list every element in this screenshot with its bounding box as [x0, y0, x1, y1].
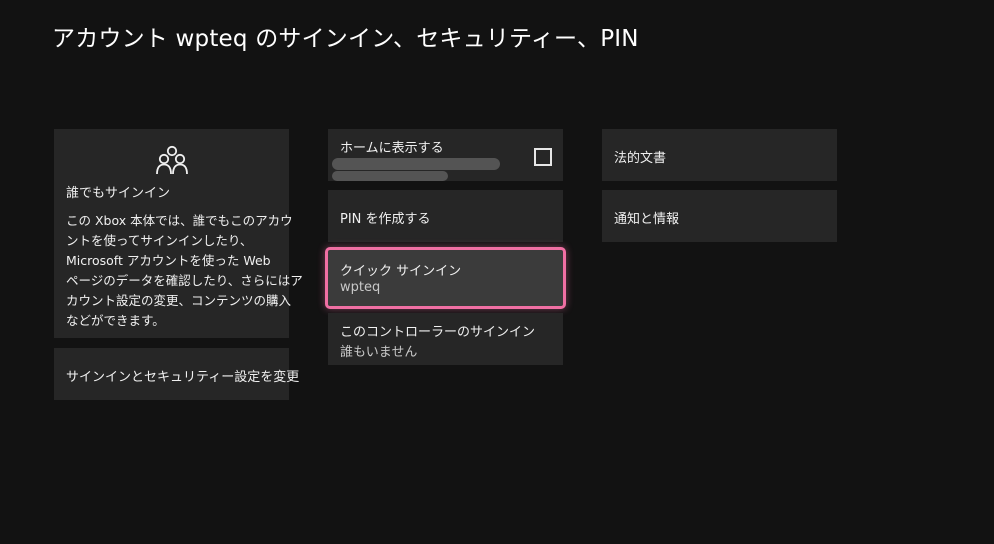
description-line: この Xbox 本体では、誰でもこのアカウ	[66, 213, 293, 228]
controller-signin-button[interactable]: このコントローラーのサインイン 誰もいません	[328, 313, 563, 365]
description-line: ページのデータを確認したり、さらにはア	[66, 273, 303, 288]
create-pin-label: PIN を作成する	[340, 212, 431, 227]
quick-signin-label: クイック サインイン	[340, 264, 462, 279]
create-pin-button[interactable]: PIN を作成する	[328, 190, 563, 242]
show-on-home-label: ホームに表示する	[340, 141, 444, 156]
legal-documents-label: 法的文書	[614, 151, 667, 166]
change-signin-security-label: サインインとセキュリティー設定を変更	[66, 370, 300, 385]
everyone-signin-title: 誰でもサインイン	[66, 186, 171, 201]
controller-signin-value: 誰もいません	[340, 345, 418, 360]
redacted-text	[332, 158, 500, 170]
show-on-home-checkbox[interactable]	[534, 148, 552, 166]
notices-info-button[interactable]: 通知と情報	[602, 190, 837, 242]
legal-documents-button[interactable]: 法的文書	[602, 129, 837, 181]
description-line: ントを使ってサインインしたり、	[66, 233, 253, 248]
description-line: などができます。	[66, 313, 165, 328]
description-line: Microsoft アカウントを使った Web	[66, 253, 271, 268]
change-signin-security-button[interactable]: サインインとセキュリティー設定を変更	[54, 348, 299, 400]
redacted-text	[332, 171, 448, 181]
page-title: アカウント wpteq のサインイン、セキュリティー、PIN	[52, 26, 639, 52]
controller-signin-label: このコントローラーのサインイン	[340, 325, 536, 340]
everyone-signin-panel: 誰でもサインイン この Xbox 本体では、誰でもこのアカウ ントを使ってサイン…	[54, 129, 303, 338]
people-icon	[156, 145, 188, 175]
show-on-home-toggle[interactable]: ホームに表示する	[328, 129, 563, 181]
quick-signin-value: wpteq	[340, 280, 381, 295]
description-line: カウント設定の変更、コンテンツの購入	[66, 293, 292, 308]
quick-signin-button[interactable]: クイック サインイン wpteq	[325, 247, 566, 309]
everyone-signin-description: この Xbox 本体では、誰でもこのアカウ ントを使ってサインインしたり、 Mi…	[66, 211, 303, 331]
notices-info-label: 通知と情報	[614, 212, 680, 227]
